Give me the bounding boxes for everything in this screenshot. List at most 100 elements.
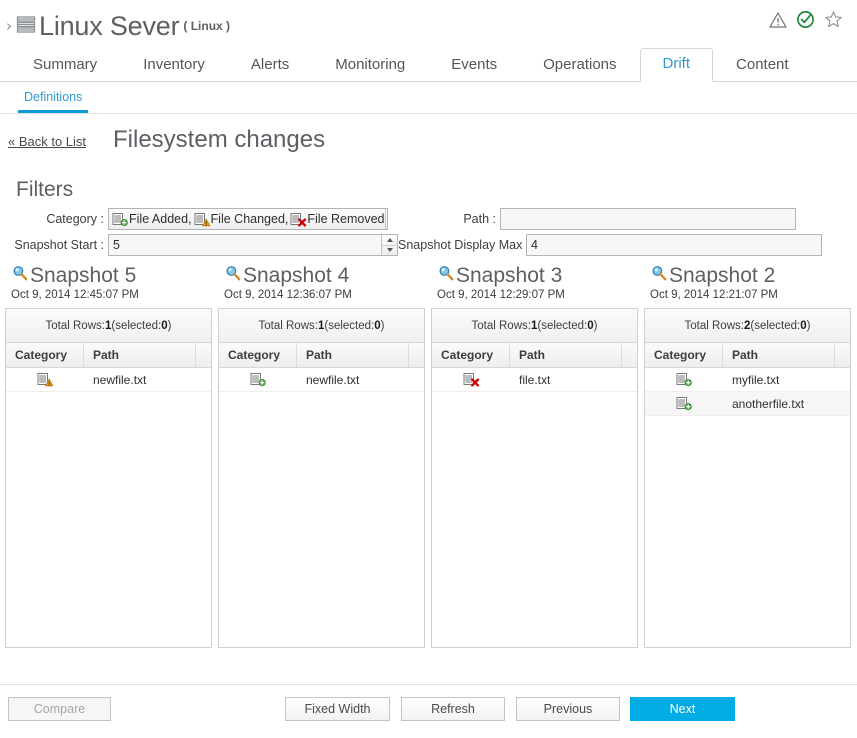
- grid-body: file.txt: [432, 368, 637, 647]
- cell-path: myfile.txt: [732, 372, 780, 387]
- table-row[interactable]: myfile.txt: [645, 368, 850, 392]
- snapshot-title-link[interactable]: Snapshot 4: [224, 264, 425, 288]
- magnifier-icon: [650, 264, 668, 288]
- column-header-spacer: [622, 343, 637, 367]
- snapshot-start-stepper[interactable]: 5: [108, 234, 398, 256]
- file-changed-icon: [37, 372, 54, 387]
- category-chip-added-label: File Added,: [129, 212, 192, 226]
- snapshot-header: Snapshot 2 Oct 9, 2014 12:21:07 PM: [644, 264, 851, 301]
- cell-category: [645, 372, 723, 387]
- snapshot-column: Snapshot 4 Oct 9, 2014 12:36:07 PM Total…: [218, 264, 425, 648]
- cell-category: [645, 396, 723, 411]
- grid-body: myfile.txt anotherfile.txt: [645, 368, 850, 647]
- resource-header: › Linux Sever ( Linux ): [0, 0, 857, 46]
- cell-category: [219, 372, 297, 387]
- grid-header-row: Category Path: [432, 343, 637, 368]
- stepper-down-icon[interactable]: [382, 244, 397, 256]
- snapshot-display-max-label: Snapshot Display Max :: [398, 238, 530, 252]
- snapshot-start-value[interactable]: 5: [109, 235, 381, 255]
- filter-row-1: Category : File Added, File Changed, Fil…: [0, 208, 841, 230]
- resource-name: Linux Sever: [39, 10, 180, 41]
- grid-header-row: Category Path: [219, 343, 424, 368]
- column-header-path[interactable]: Path: [297, 343, 409, 367]
- snapshot-title-text: Snapshot 2: [669, 264, 776, 287]
- previous-button[interactable]: Previous: [516, 697, 620, 721]
- file-added-icon: [676, 396, 693, 411]
- column-header-path[interactable]: Path: [723, 343, 835, 367]
- category-chip-added: File Added,: [112, 212, 192, 227]
- file-added-icon: [676, 372, 693, 387]
- column-header-spacer: [196, 343, 211, 367]
- table-row[interactable]: file.txt: [432, 368, 637, 392]
- selected-suffix: ): [380, 319, 385, 332]
- snapshot-date: Oct 9, 2014 12:36:07 PM: [224, 289, 352, 301]
- snapshot-title-text: Snapshot 5: [30, 264, 137, 287]
- tab-alerts[interactable]: Alerts: [228, 49, 312, 82]
- resource-type: ( Linux ): [183, 19, 231, 33]
- stepper-up-icon[interactable]: [382, 235, 397, 245]
- path-label: Path :: [463, 212, 496, 226]
- tab-events[interactable]: Events: [428, 49, 520, 82]
- column-header-category[interactable]: Category: [645, 343, 723, 367]
- column-header-category[interactable]: Category: [6, 343, 84, 367]
- snapshot-title-link[interactable]: Snapshot 3: [437, 264, 638, 288]
- total-prefix: Total Rows:: [684, 319, 744, 332]
- column-header-path[interactable]: Path: [84, 343, 196, 367]
- magnifier-icon: [224, 264, 242, 288]
- snapshot-date: Oct 9, 2014 12:21:07 PM: [650, 289, 778, 301]
- tab-inventory[interactable]: Inventory: [120, 49, 228, 82]
- subtab-definitions[interactable]: Definitions: [18, 86, 89, 113]
- total-prefix: Total Rows:: [45, 319, 105, 332]
- snapshot-header: Snapshot 4 Oct 9, 2014 12:36:07 PM: [218, 264, 425, 301]
- selected-suffix: ): [593, 319, 598, 332]
- tab-monitoring[interactable]: Monitoring: [312, 49, 428, 82]
- fixed-width-button[interactable]: Fixed Width: [285, 697, 390, 721]
- drift-grid: Total Rows: 1 (selected: 0) Category Pat…: [218, 308, 425, 648]
- file-added-icon: [250, 372, 267, 387]
- snapshot-column: Snapshot 5 Oct 9, 2014 12:45:07 PM Total…: [5, 264, 212, 648]
- tab-content[interactable]: Content: [713, 49, 812, 82]
- availability-up-icon[interactable]: [796, 10, 815, 29]
- table-row[interactable]: newfile.txt: [219, 368, 424, 392]
- tab-operations[interactable]: Operations: [520, 49, 639, 82]
- snapshot-title-link[interactable]: Snapshot 5: [11, 264, 212, 288]
- category-select[interactable]: File Added, File Changed, File Removed: [108, 208, 388, 230]
- refresh-button[interactable]: Refresh: [401, 697, 505, 721]
- category-chip-removed-label: File Removed: [307, 212, 385, 226]
- next-button[interactable]: Next: [630, 697, 735, 721]
- snapshot-title-text: Snapshot 4: [243, 264, 350, 287]
- alert-warning-icon[interactable]: [769, 11, 787, 29]
- table-row[interactable]: newfile.txt: [6, 368, 211, 392]
- column-header-category[interactable]: Category: [432, 343, 510, 367]
- favorite-star-icon[interactable]: [824, 10, 843, 29]
- snapshot-columns: Snapshot 5 Oct 9, 2014 12:45:07 PM Total…: [0, 264, 857, 648]
- drift-grid: Total Rows: 1 (selected: 0) Category Pat…: [5, 308, 212, 648]
- grid-header-row: Category Path: [6, 343, 211, 368]
- category-chip-removed: File Removed: [290, 212, 385, 227]
- expand-chevron-icon[interactable]: ›: [6, 18, 12, 34]
- snapshot-header: Snapshot 5 Oct 9, 2014 12:45:07 PM: [5, 264, 212, 301]
- column-header-spacer: [835, 343, 850, 367]
- cell-path: newfile.txt: [93, 372, 147, 387]
- stepper-buttons[interactable]: [381, 235, 397, 255]
- cell-path: file.txt: [519, 372, 551, 387]
- snapshot-column: Snapshot 3 Oct 9, 2014 12:29:07 PM Total…: [431, 264, 638, 648]
- category-chip-changed: File Changed,: [194, 212, 288, 227]
- back-to-list-link[interactable]: « Back to List: [8, 134, 86, 149]
- view-title-row: « Back to List Filesystem changes: [0, 126, 857, 174]
- cell-category: [6, 372, 84, 387]
- snapshot-display-max-input[interactable]: [526, 234, 822, 256]
- column-header-path[interactable]: Path: [510, 343, 622, 367]
- snapshot-date: Oct 9, 2014 12:29:07 PM: [437, 289, 565, 301]
- tab-drift[interactable]: Drift: [639, 48, 714, 82]
- total-prefix: Total Rows:: [258, 319, 318, 332]
- column-header-category[interactable]: Category: [219, 343, 297, 367]
- column-header-spacer: [409, 343, 424, 367]
- grid-total-rows: Total Rows: 1 (selected: 0): [6, 309, 211, 343]
- snapshot-title-link[interactable]: Snapshot 2: [650, 264, 851, 288]
- compare-button[interactable]: Compare: [8, 697, 111, 721]
- table-row[interactable]: anotherfile.txt: [645, 392, 850, 416]
- path-input[interactable]: [500, 208, 796, 230]
- tab-summary[interactable]: Summary: [10, 49, 120, 82]
- header-icon-group: [769, 10, 843, 29]
